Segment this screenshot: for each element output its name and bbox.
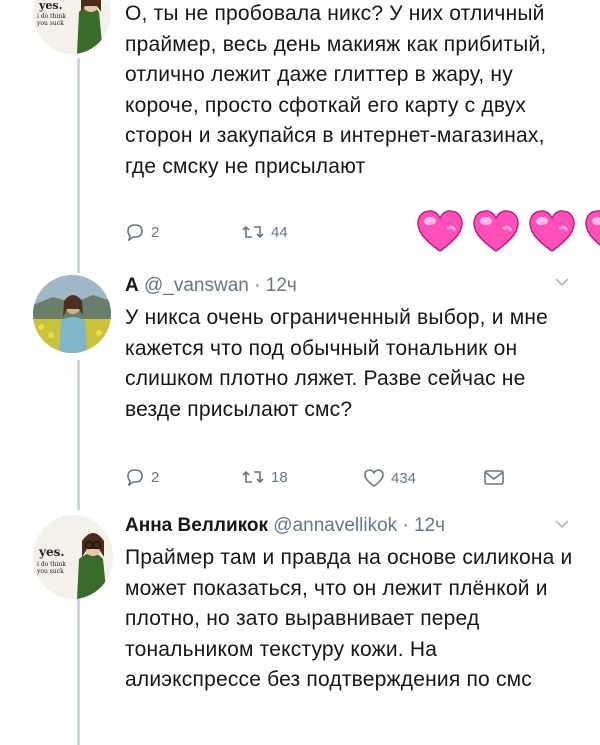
avatar[interactable]: yes. i do think you suck [33, 0, 111, 54]
tweet[interactable]: yes. i do think you suck О, ты не пробов… [0, 0, 600, 265]
tweet[interactable]: yes. i do think you suck Анна Велликок @… [0, 505, 600, 745]
avatar-text-2: i do think [37, 561, 66, 568]
like-button[interactable]: 434 [363, 468, 416, 488]
tweet-text: У никса очень ограниченный выбор, и мне … [125, 306, 549, 421]
chevron-down-icon[interactable] [553, 517, 571, 534]
tweet-header: A @_vanswan · 12ч [125, 275, 297, 297]
yes-i-do-think-you-suck-avatar: yes. i do think you suck [33, 0, 111, 54]
avatar[interactable]: yes. i do think you suck [33, 515, 113, 599]
tweet-actions: 2 18 434 [125, 468, 545, 498]
pink-heart-icon [585, 210, 600, 246]
retweet-icon [242, 225, 264, 239]
tweet[interactable]: A @_vanswan · 12ч У никса очень ограниче… [0, 265, 600, 505]
reply-count: 2 [151, 468, 160, 486]
reply-count: 2 [151, 223, 160, 241]
author-handle[interactable]: @_vanswan [144, 275, 249, 296]
chevron-down-icon[interactable] [553, 275, 571, 292]
retweet-icon [242, 470, 264, 484]
woman-in-flower-field-avatar [33, 275, 111, 353]
avatar-text-1: yes. [38, 545, 65, 559]
tweet-header: Анна Велликок @annavellikok · 12ч [125, 515, 445, 537]
avatar[interactable] [33, 275, 111, 353]
retweet-button[interactable]: 18 [241, 468, 288, 486]
author-name[interactable]: Анна Велликок [125, 515, 268, 536]
like-count: 434 [391, 469, 417, 487]
pink-heart-icon [473, 210, 519, 252]
pink-heart-icon [417, 210, 463, 252]
author-handle[interactable]: @annavellikok [273, 515, 397, 536]
retweet-count: 44 [271, 223, 288, 241]
avatar-text-1: yes. [38, 0, 62, 12]
avatar-text-3: you suck [36, 568, 64, 575]
pink-heart-icon [529, 210, 575, 252]
retweet-button[interactable]: 44 [241, 223, 288, 241]
heart-icon [364, 469, 384, 487]
author-name[interactable]: A [125, 275, 139, 296]
pink-hearts-sticker [415, 209, 600, 255]
tweet-time[interactable]: · 12ч [254, 275, 297, 296]
avatar-text-2: i do think [37, 13, 66, 20]
retweet-count: 18 [271, 468, 288, 486]
envelope-icon [484, 470, 504, 485]
tweet-actions: 2 44 [125, 210, 600, 253]
message-button[interactable] [483, 468, 505, 486]
tweet-text: О, ты не пробовала никс? У них отличный … [125, 2, 547, 178]
yes-i-do-think-you-suck-avatar: yes. i do think you suck [33, 515, 113, 599]
reply-button[interactable]: 2 [125, 223, 159, 241]
tweet-text: Праймер там и правда на основе силикона … [125, 546, 573, 691]
tweet-time[interactable]: · 12ч [402, 515, 445, 536]
reply-button[interactable]: 2 [125, 468, 159, 486]
avatar-text-3: you suck [36, 20, 64, 27]
reply-icon [127, 469, 143, 486]
reply-icon [127, 224, 143, 241]
